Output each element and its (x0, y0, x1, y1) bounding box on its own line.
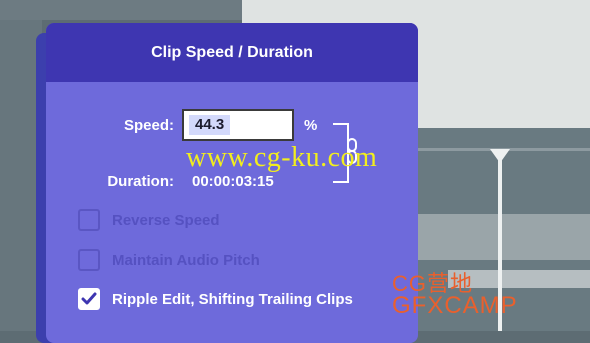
speed-unit: % (304, 117, 318, 134)
reverse-speed-label: Reverse Speed (112, 211, 220, 229)
duration-value[interactable]: 00:00:03:15 (192, 173, 274, 190)
timeline-clip (418, 214, 590, 260)
ripple-edit-checkbox[interactable] (78, 288, 100, 310)
speed-input-value: 44.3 (189, 115, 231, 135)
maintain-audio-pitch-checkbox (78, 249, 100, 271)
maintain-audio-pitch-label: Maintain Audio Pitch (112, 251, 260, 269)
reverse-speed-option: Reverse Speed (78, 207, 220, 233)
watermark-logo-line2: GFXCAMP (392, 292, 518, 319)
checkmark-icon (81, 292, 97, 305)
dialog-header: Clip Speed / Duration (46, 23, 418, 82)
clip-speed-dialog: Clip Speed / Duration Speed: 44.3 % Dura… (46, 23, 418, 343)
speed-input[interactable]: 44.3 (182, 109, 294, 141)
playhead-handle[interactable] (490, 149, 510, 163)
speed-label: Speed: (123, 117, 174, 134)
ripple-edit-option[interactable]: Ripple Edit, Shifting Trailing Clips (78, 286, 353, 312)
ripple-edit-label[interactable]: Ripple Edit, Shifting Trailing Clips (112, 291, 353, 308)
dialog-title: Clip Speed / Duration (151, 43, 313, 61)
watermark-url: www.cg-ku.com (186, 142, 378, 173)
maintain-audio-pitch-option: Maintain Audio Pitch (78, 247, 260, 273)
reverse-speed-checkbox (78, 209, 100, 231)
duration-label: Duration: (107, 173, 174, 190)
